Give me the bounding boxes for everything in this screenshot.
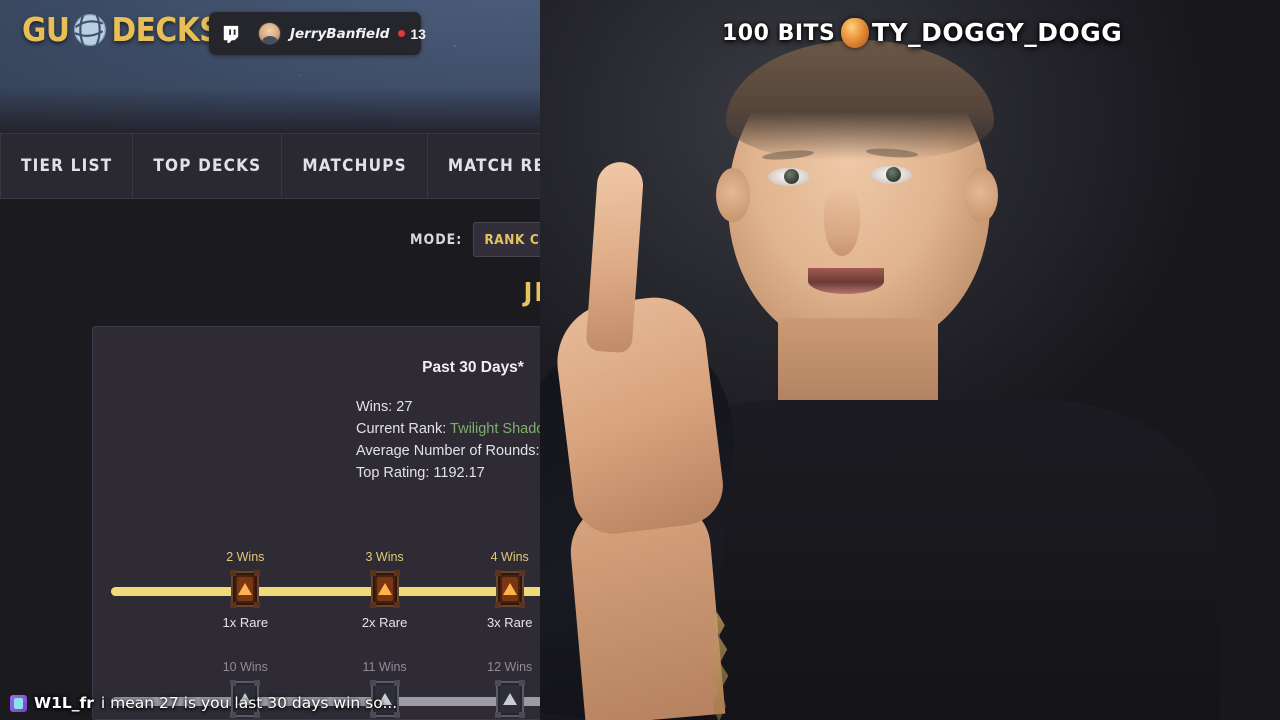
stat-label: Top Rating: [356, 465, 430, 481]
node-wins-label: 2 Wins [226, 550, 265, 564]
streamer-pupil-right [886, 167, 901, 182]
stat-label: Wins: [356, 399, 393, 415]
reward-node[interactable]: 2 Wins 1x Rare [195, 550, 295, 630]
twitch-channel-name: JerryBanfield [290, 25, 390, 42]
site-logo[interactable]: GU DECKS [22, 10, 221, 49]
node-wins-label: 11 Wins [362, 660, 407, 674]
node-wins-label: 10 Wins [222, 660, 268, 674]
stream-video-frame: GU DECKS JerryBanfield 13 TIER LIST TOP … [0, 0, 1280, 720]
webcam-overlay [540, 0, 1280, 720]
logo-text-left: GU [22, 10, 70, 49]
streamer-nose [824, 186, 860, 256]
streamer-avatar [258, 22, 281, 45]
stat-label: Current Rank: [356, 421, 447, 437]
tab-top-decks[interactable]: TOP DECKS [133, 134, 283, 198]
streamer-pupil-left [784, 169, 799, 184]
tab-matchups[interactable]: MATCHUPS [282, 134, 428, 198]
logo-text-right: DECKS [111, 10, 221, 49]
streamer-ear-right [964, 168, 998, 222]
viewer-count: 13 [410, 25, 426, 42]
reward-node[interactable]: 3 Wins 2x Rare [335, 550, 435, 630]
chat-message-overlay: W1L_fr i mean 27 is you last 30 days win… [0, 694, 397, 712]
live-indicator-dot [398, 30, 406, 37]
rare-chest-icon [227, 567, 263, 611]
rare-chest-icon [367, 567, 403, 611]
epic-chest-icon [492, 677, 528, 720]
bits-alert-username: TY_DOGGY_DOGG [872, 18, 1123, 47]
bits-alert: 100 BITS [722, 18, 870, 48]
node-reward-label: 2x Rare [361, 615, 408, 630]
mode-label: MODE: [409, 231, 463, 248]
chat-message-text: i mean 27 is you last 30 days win so... [100, 694, 398, 712]
streamer-ear-left [716, 168, 750, 222]
twitch-channel-pill[interactable]: JerryBanfield 13 [209, 12, 426, 55]
stat-value: 27 [396, 399, 413, 415]
volleyball-logo-icon [73, 13, 107, 47]
chat-username: W1L_fr [34, 694, 94, 712]
streamer-mouth [808, 268, 884, 294]
chat-subscriber-badge-icon [10, 694, 27, 712]
node-reward-label: 1x Rare [222, 615, 269, 630]
bits-alert-text: 100 BITS [722, 20, 836, 46]
tab-tier-list[interactable]: TIER LIST [0, 134, 134, 198]
stat-label: Average Number of Rounds: [356, 443, 540, 459]
live-viewers: 13 [398, 26, 426, 42]
streamer-hand [550, 291, 728, 539]
node-wins-label: 3 Wins [365, 550, 404, 564]
stat-value: 1192.17 [433, 465, 485, 481]
rare-chest-icon [492, 567, 528, 611]
bit-coin-icon [841, 18, 870, 48]
twitch-glyph-icon [222, 24, 240, 44]
